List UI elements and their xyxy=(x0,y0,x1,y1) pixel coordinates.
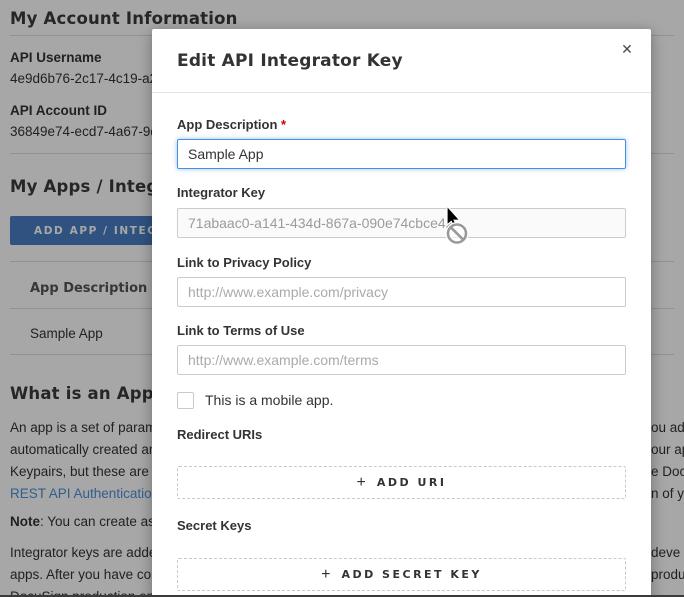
add-uri-button-label: ADD URI xyxy=(377,476,447,489)
add-uri-button[interactable]: + ADD URI xyxy=(177,466,626,499)
mobile-app-checkbox-label: This is a mobile app. xyxy=(205,391,333,409)
redirect-uris-label: Redirect URIs xyxy=(177,428,626,442)
add-secret-key-button[interactable]: + ADD SECRET KEY xyxy=(177,558,626,591)
plus-icon: + xyxy=(321,567,330,583)
privacy-policy-group: Link to Privacy Policy xyxy=(177,256,626,307)
privacy-policy-label: Link to Privacy Policy xyxy=(177,256,626,270)
app-description-label: App Description * xyxy=(177,118,626,132)
terms-of-use-group: Link to Terms of Use xyxy=(177,324,626,375)
secret-keys-label: Secret Keys xyxy=(177,519,626,533)
required-asterisk: * xyxy=(281,117,286,132)
mobile-app-checkbox[interactable] xyxy=(177,392,194,409)
edit-api-integrator-key-modal: Edit API Integrator Key ✕ App Descriptio… xyxy=(152,29,651,597)
modal-title: Edit API Integrator Key xyxy=(177,50,626,72)
terms-of-use-input[interactable] xyxy=(177,345,626,375)
close-icon[interactable]: ✕ xyxy=(615,38,639,62)
modal-header: Edit API Integrator Key ✕ xyxy=(152,29,651,93)
add-secret-key-button-label: ADD SECRET KEY xyxy=(341,568,481,581)
modal-body: App Description * Integrator Key Link to… xyxy=(152,93,651,591)
integrator-key-label: Integrator Key xyxy=(177,186,626,200)
privacy-policy-input[interactable] xyxy=(177,277,626,307)
mobile-app-checkbox-row[interactable]: This is a mobile app. xyxy=(177,391,626,409)
integrator-key-group: Integrator Key xyxy=(177,186,626,238)
app-description-group: App Description * xyxy=(177,118,626,169)
app-description-input[interactable] xyxy=(177,139,626,169)
plus-icon: + xyxy=(357,475,366,491)
terms-of-use-label: Link to Terms of Use xyxy=(177,324,626,338)
integrator-key-input xyxy=(177,208,626,238)
